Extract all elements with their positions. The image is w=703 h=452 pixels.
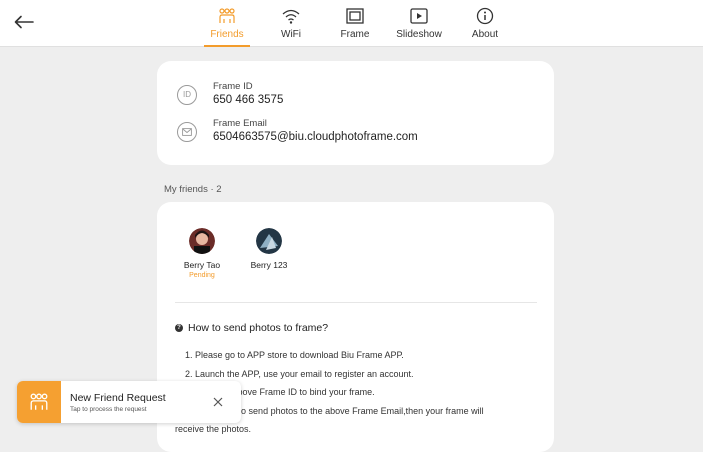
toast-subtitle: Tap to process the request bbox=[70, 405, 147, 413]
toast-close-button[interactable] bbox=[207, 391, 229, 413]
friend-item[interactable]: Berry 123 bbox=[244, 228, 294, 270]
friend-name: Berry 123 bbox=[250, 260, 288, 270]
mail-icon bbox=[177, 121, 197, 142]
id-icon: ID bbox=[177, 84, 197, 105]
frame-id-row: ID Frame ID 650 466 3575 bbox=[177, 81, 283, 108]
avatar bbox=[256, 228, 282, 254]
divider bbox=[175, 302, 537, 303]
new-friend-request-toast[interactable]: New Friend Request Tap to process the re… bbox=[17, 381, 241, 423]
friend-item[interactable]: Berry Tao Pending bbox=[177, 228, 227, 279]
slideshow-icon bbox=[408, 6, 430, 26]
frame-email-label: Frame Email bbox=[213, 118, 267, 129]
avatar bbox=[189, 228, 215, 254]
tab-label: WiFi bbox=[281, 29, 301, 40]
info-icon bbox=[474, 6, 496, 26]
frame-email-row: Frame Email 6504663575@biu.cloudphotofra… bbox=[177, 118, 418, 145]
friend-status-pending: Pending bbox=[189, 272, 215, 279]
question-icon: ? bbox=[175, 324, 183, 332]
tab-slideshow[interactable]: Slideshow bbox=[389, 6, 449, 44]
tab-label: Frame bbox=[340, 29, 370, 40]
close-icon bbox=[213, 397, 223, 407]
tab-wifi[interactable]: WiFi bbox=[261, 6, 321, 44]
tab-label: About bbox=[471, 29, 499, 40]
tab-friends[interactable]: Friends bbox=[197, 6, 257, 47]
tab-label: Friends bbox=[210, 29, 244, 40]
friends-icon bbox=[216, 6, 238, 26]
toast-text: New Friend Request Tap to process the re… bbox=[70, 392, 207, 413]
howto-title: ? How to send photos to frame? bbox=[175, 322, 328, 334]
friend-name: Berry Tao bbox=[183, 260, 221, 270]
toast-title: New Friend Request bbox=[70, 391, 166, 404]
friends-section-title: My friends · 2 bbox=[164, 184, 222, 195]
frame-id-label: Frame ID bbox=[213, 81, 253, 92]
howto-title-text: How to send photos to frame? bbox=[188, 322, 329, 334]
frame-icon bbox=[344, 6, 366, 26]
tab-bar: Friends WiFi Frame Slideshow About bbox=[0, 0, 703, 47]
frame-id-value: 650 466 3575 bbox=[213, 94, 284, 106]
frame-info-card: ID Frame ID 650 466 3575 Frame Email 650… bbox=[157, 61, 554, 165]
tab-frame[interactable]: Frame bbox=[325, 6, 385, 44]
frame-email-value: 6504663575@biu.cloudphotoframe.com bbox=[213, 131, 418, 143]
howto-step: 1. Please go to APP store to download Bi… bbox=[185, 350, 404, 360]
tab-label: Slideshow bbox=[396, 29, 442, 40]
friends-icon bbox=[17, 381, 61, 423]
top-nav-bar: Friends WiFi Frame Slideshow About bbox=[0, 0, 703, 47]
tab-about[interactable]: About bbox=[455, 6, 515, 44]
wifi-icon bbox=[280, 6, 302, 26]
